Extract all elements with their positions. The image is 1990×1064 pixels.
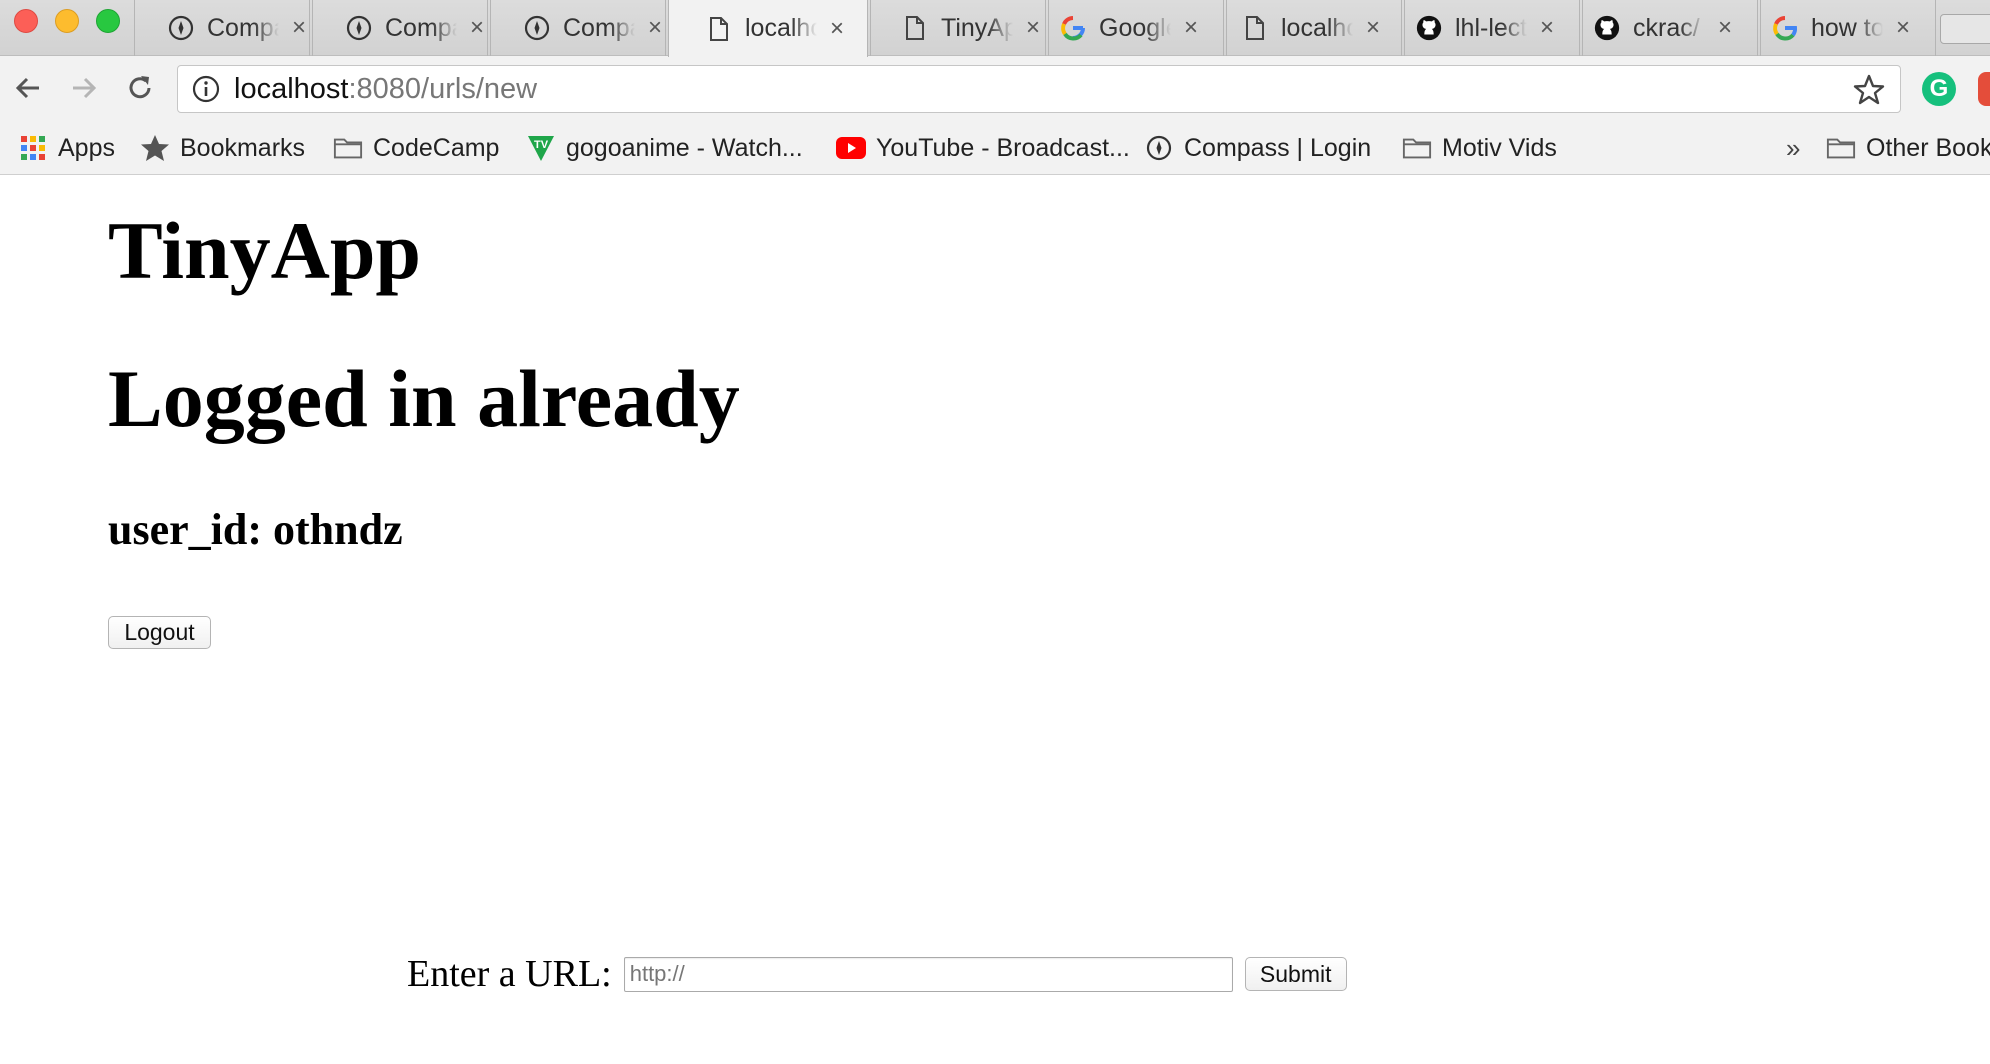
- bookmark-youtube[interactable]: YouTube - Broadcast...: [836, 121, 1130, 175]
- tab-close-icon[interactable]: ×: [289, 14, 309, 42]
- compass-icon: [345, 14, 373, 42]
- url-field-label: Enter a URL:: [407, 953, 612, 995]
- minimize-window-button[interactable]: [55, 9, 79, 33]
- tab-close-icon[interactable]: ×: [1537, 14, 1557, 42]
- page-icon: [705, 15, 733, 43]
- bookmark-folder-motiv-vids[interactable]: Motiv Vids: [1402, 121, 1557, 175]
- folder-icon: [1826, 133, 1856, 163]
- new-url-form: Enter a URL: Submit: [407, 952, 1347, 996]
- new-tab-button[interactable]: [1940, 14, 1990, 44]
- browser-tab[interactable]: Google ×: [1048, 0, 1224, 56]
- tab-title: Compass: [207, 13, 279, 42]
- browser-tab[interactable]: ckrac/ ×: [1582, 0, 1758, 56]
- gogoanime-icon: TV: [526, 133, 556, 163]
- login-status-heading: Logged in already: [108, 353, 740, 444]
- tab-close-icon[interactable]: ×: [645, 14, 665, 42]
- tab-title: lhl-lecture: [1455, 13, 1527, 42]
- bookmark-folder-codecamp[interactable]: CodeCamp: [333, 121, 499, 175]
- forward-button[interactable]: [62, 66, 106, 110]
- google-icon: [1059, 14, 1087, 42]
- page-icon: [1241, 14, 1269, 42]
- compass-icon: [1144, 133, 1174, 163]
- bookmark-label: CodeCamp: [373, 133, 500, 162]
- bookmark-label: Other Bookmarks: [1866, 133, 1990, 162]
- bookmark-bookmarks[interactable]: Bookmarks: [140, 121, 305, 175]
- browser-tab[interactable]: lhl-lecture ×: [1404, 0, 1580, 56]
- user-id-heading: user_id: othndz: [108, 505, 403, 554]
- page-icon: [901, 14, 929, 42]
- tab-strip: Compass × Compass × Compass × localhos: [0, 0, 1990, 57]
- url-host: localhost: [234, 72, 349, 105]
- bookmark-label: Compass | Login: [1184, 133, 1372, 162]
- github-icon: [1593, 14, 1621, 42]
- google-icon: [1771, 14, 1799, 42]
- reload-icon: [129, 76, 151, 99]
- address-bar[interactable]: localhost:8080/urls/new: [177, 65, 1901, 113]
- bookmark-label: Apps: [58, 133, 115, 162]
- browser-tab[interactable]: localhost ×: [1226, 0, 1402, 56]
- tab-close-icon[interactable]: ×: [1363, 14, 1383, 42]
- back-arrow-icon: [15, 77, 39, 99]
- browser-tab-active[interactable]: localhost ×: [668, 0, 868, 57]
- youtube-icon: [836, 133, 866, 163]
- tab-close-icon[interactable]: ×: [467, 14, 487, 42]
- browser-tab[interactable]: how to ×: [1760, 0, 1936, 56]
- page-title: TinyApp: [108, 205, 422, 296]
- browser-tab[interactable]: Compass ×: [490, 0, 666, 56]
- browser-tab[interactable]: Compass ×: [134, 0, 310, 56]
- bookmark-star-icon[interactable]: [1852, 73, 1886, 107]
- back-button[interactable]: [6, 66, 50, 110]
- folder-icon: [333, 133, 363, 163]
- bookmark-label: YouTube - Broadcast...: [876, 133, 1130, 162]
- reload-button[interactable]: [118, 66, 162, 110]
- logout-button[interactable]: Logout: [108, 616, 211, 649]
- tab-title: Google: [1099, 13, 1171, 42]
- page-content: TinyApp Logged in already user_id: othnd…: [0, 176, 1990, 1064]
- tab-close-icon[interactable]: ×: [1181, 14, 1201, 42]
- tab-title: how to: [1811, 13, 1883, 42]
- bookmark-folder-other[interactable]: Other Bookmarks: [1826, 121, 1990, 175]
- info-icon[interactable]: [184, 67, 228, 111]
- bookmarks-overflow-chevron[interactable]: »: [1786, 133, 1800, 164]
- folder-icon: [1402, 133, 1432, 163]
- bookmark-compass-login[interactable]: Compass | Login: [1144, 121, 1371, 175]
- long-url-input[interactable]: [623, 956, 1233, 992]
- bookmark-label: gogoanime - Watch...: [566, 133, 803, 162]
- star-icon: [140, 133, 170, 163]
- tab-title: localhost: [1281, 13, 1353, 42]
- submit-button[interactable]: Submit: [1244, 957, 1347, 991]
- forward-arrow-icon: [73, 77, 97, 99]
- tab-title: Compass: [385, 13, 457, 42]
- tab-close-icon[interactable]: ×: [1023, 14, 1043, 42]
- browser-tab[interactable]: Compass ×: [312, 0, 488, 56]
- zoom-window-button[interactable]: [96, 9, 120, 33]
- bookmark-label: Bookmarks: [180, 133, 306, 162]
- tab-close-icon[interactable]: ×: [1715, 14, 1735, 42]
- tab-title: ckrac/: [1633, 13, 1700, 42]
- bookmark-gogoanime[interactable]: TV gogoanime - Watch...: [526, 121, 803, 175]
- compass-icon: [523, 14, 551, 42]
- browser-tab[interactable]: TinyApp ×: [870, 0, 1046, 56]
- browser-toolbar: localhost:8080/urls/new G: [0, 56, 1990, 121]
- bookmark-label: Motiv Vids: [1442, 133, 1557, 162]
- svg-text:TV: TV: [534, 139, 549, 151]
- tab-close-icon[interactable]: ×: [1893, 14, 1913, 42]
- tab-title: localhost: [745, 14, 817, 42]
- close-window-button[interactable]: [14, 9, 38, 33]
- bookmarks-bar: Apps Bookmarks CodeCamp TV gogoanime - W…: [0, 121, 1990, 175]
- grammarly-extension-icon[interactable]: G: [1922, 72, 1956, 106]
- url-path: :8080/urls/new: [348, 72, 538, 105]
- extension-icon[interactable]: [1978, 72, 1990, 106]
- tab-title: Compass: [563, 13, 635, 42]
- apps-grid-icon: [18, 133, 48, 163]
- url-text: localhost:8080/urls/new: [234, 73, 537, 106]
- compass-icon: [167, 14, 195, 42]
- github-icon: [1415, 14, 1443, 42]
- tab-title: TinyApp: [941, 13, 1013, 42]
- tab-close-icon[interactable]: ×: [827, 15, 847, 43]
- bookmark-apps[interactable]: Apps: [18, 121, 115, 175]
